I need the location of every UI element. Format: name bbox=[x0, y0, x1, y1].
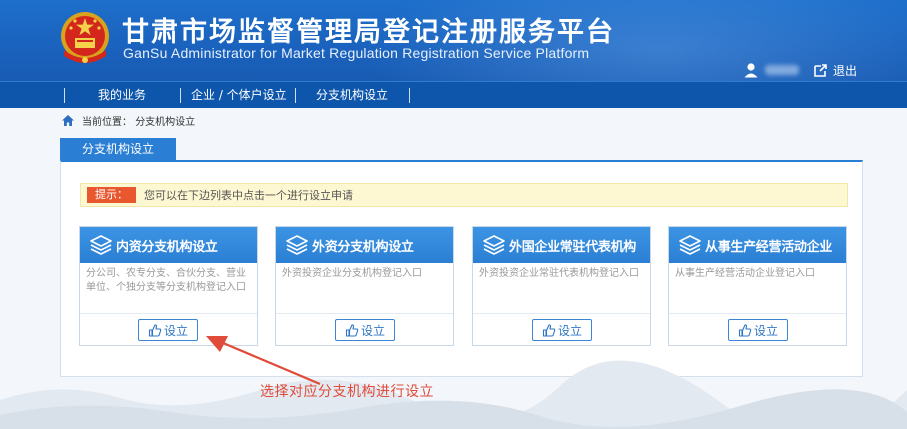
setup-button-label: 设立 bbox=[163, 323, 188, 338]
national-emblem-icon bbox=[61, 12, 109, 63]
nav-item-enterprise-setup[interactable]: 企业 / 个体户设立 bbox=[191, 82, 287, 109]
home-icon[interactable] bbox=[62, 114, 74, 126]
nav-separator bbox=[64, 88, 65, 103]
layers-icon bbox=[679, 235, 701, 255]
nav-separator bbox=[409, 88, 410, 103]
nav-separator bbox=[180, 88, 181, 103]
breadcrumb-current: 分支机构设立 bbox=[135, 116, 196, 128]
card-description: 外资投资企业常驻代表机构登记入口 bbox=[479, 268, 639, 279]
card-title: 外资分支机构设立 bbox=[312, 239, 414, 255]
card-header[interactable]: 外国企业常驻代表机构 bbox=[473, 227, 650, 263]
card-description: 分公司、农专分支、合伙分支、营业单位、个独分支等分支机构登记入口 bbox=[86, 268, 246, 293]
user-info[interactable] bbox=[743, 61, 799, 79]
main-nav: 我的业务 企业 / 个体户设立 分支机构设立 bbox=[0, 81, 907, 108]
layers-icon bbox=[286, 235, 308, 255]
card-title: 从事生产经营活动企业 bbox=[705, 239, 833, 255]
logout-icon bbox=[814, 63, 827, 77]
setup-button-label: 设立 bbox=[360, 323, 385, 338]
layers-icon bbox=[483, 235, 505, 255]
hand-pointer-icon bbox=[542, 324, 556, 337]
hand-pointer-icon bbox=[738, 324, 752, 337]
site-title-en: GanSu Administrator for Market Regulatio… bbox=[123, 45, 590, 61]
hand-pointer-icon bbox=[148, 324, 162, 337]
setup-button-production[interactable]: 设立 bbox=[728, 319, 788, 341]
site-header: 甘肃市场监督管理局登记注册服务平台 GanSu Administrator fo… bbox=[0, 0, 907, 81]
nav-separator bbox=[295, 88, 296, 103]
card-header[interactable]: 从事生产经营活动企业 bbox=[669, 227, 846, 263]
card-header[interactable]: 内资分支机构设立 bbox=[80, 227, 257, 263]
setup-button-label: 设立 bbox=[557, 323, 582, 338]
annotation-text: 选择对应分支机构进行设立 bbox=[260, 384, 434, 400]
nav-item-my-business[interactable]: 我的业务 bbox=[98, 82, 146, 109]
card-description: 外资投资企业分支机构登记入口 bbox=[282, 268, 422, 279]
card-description: 从事生产经营活动企业登记入口 bbox=[675, 268, 815, 279]
setup-button-rep-office[interactable]: 设立 bbox=[532, 319, 592, 341]
card-divider bbox=[80, 313, 257, 314]
setup-button-label: 设立 bbox=[753, 323, 778, 338]
logout-label: 退出 bbox=[833, 63, 858, 78]
card-foreign-rep-office: 外国企业常驻代表机构 外资投资企业常驻代表机构登记入口 设立 bbox=[472, 226, 651, 346]
site-title-cn: 甘肃市场监督管理局登记注册服务平台 bbox=[122, 17, 615, 48]
card-title: 外国企业常驻代表机构 bbox=[509, 239, 637, 255]
background-mountains bbox=[0, 360, 907, 429]
user-name-redacted bbox=[765, 65, 799, 75]
card-divider bbox=[276, 313, 453, 314]
layers-icon bbox=[90, 235, 112, 255]
notice-bar: 提示： 您可以在下边列表中点击一个进行设立申请 bbox=[80, 183, 848, 207]
card-header[interactable]: 外资分支机构设立 bbox=[276, 227, 453, 263]
logout-button[interactable]: 退出 bbox=[813, 61, 857, 79]
notice-text: 您可以在下边列表中点击一个进行设立申请 bbox=[144, 189, 353, 202]
panel-tab-branch-setup[interactable]: 分支机构设立 bbox=[60, 138, 176, 160]
card-divider bbox=[669, 313, 846, 314]
card-divider bbox=[473, 313, 650, 314]
setup-button-foreign[interactable]: 设立 bbox=[335, 319, 395, 341]
breadcrumb: 当前位置： 分支机构设立 bbox=[62, 112, 195, 128]
setup-button-domestic[interactable]: 设立 bbox=[138, 319, 198, 341]
nav-item-branch-setup[interactable]: 分支机构设立 bbox=[316, 82, 388, 109]
user-icon bbox=[744, 63, 758, 78]
card-production-business: 从事生产经营活动企业 从事生产经营活动企业登记入口 设立 bbox=[668, 226, 847, 346]
breadcrumb-label: 当前位置： bbox=[82, 116, 132, 128]
card-title: 内资分支机构设立 bbox=[116, 239, 218, 255]
hand-pointer-icon bbox=[345, 324, 359, 337]
notice-label: 提示： bbox=[87, 187, 136, 203]
